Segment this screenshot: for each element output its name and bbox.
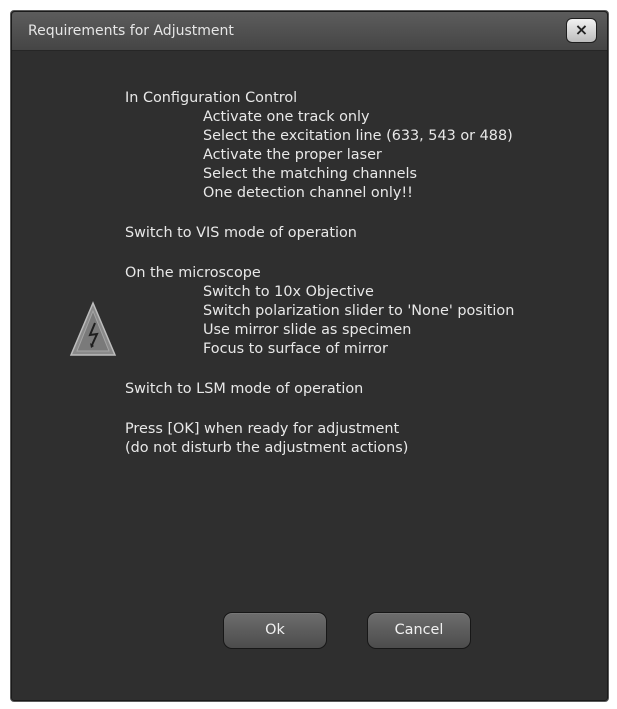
press-ok-text: Press [OK] when ready for adjustment <box>125 421 400 437</box>
config-item-detection: One detection channel only!! <box>203 185 413 201</box>
lsm-mode-text: Switch to LSM mode of operation <box>125 381 364 397</box>
microscope-item-focus: Focus to surface of mirror <box>203 341 388 357</box>
config-heading: In Configuration Control <box>125 90 298 106</box>
close-button[interactable]: × <box>566 18 597 43</box>
close-icon: × <box>574 20 589 39</box>
config-item-track: Activate one track only <box>203 109 370 125</box>
cancel-button[interactable]: Cancel <box>367 612 471 649</box>
config-item-laser: Activate the proper laser <box>203 147 382 163</box>
vis-mode-text: Switch to VIS mode of operation <box>125 225 357 241</box>
microscope-item-objective: Switch to 10x Objective <box>203 284 374 300</box>
config-item-excitation: Select the excitation line (633, 543 or … <box>203 128 513 144</box>
instructions-text: In Configuration Control Activate one tr… <box>125 89 605 458</box>
microscope-heading: On the microscope <box>125 265 261 281</box>
config-item-channels: Select the matching channels <box>203 166 417 182</box>
press-ok-note: (do not disturb the adjustment actions) <box>125 440 409 456</box>
microscope-item-mirror-slide: Use mirror slide as specimen <box>203 322 412 338</box>
title-bar[interactable]: Requirements for Adjustment × <box>12 12 607 51</box>
dialog-title: Requirements for Adjustment <box>28 23 234 39</box>
high-voltage-warning-icon <box>69 301 117 356</box>
ok-button[interactable]: Ok <box>223 612 327 649</box>
microscope-item-polarization: Switch polarization slider to 'None' pos… <box>203 303 515 319</box>
requirements-dialog: Requirements for Adjustment × In Configu… <box>10 10 609 702</box>
